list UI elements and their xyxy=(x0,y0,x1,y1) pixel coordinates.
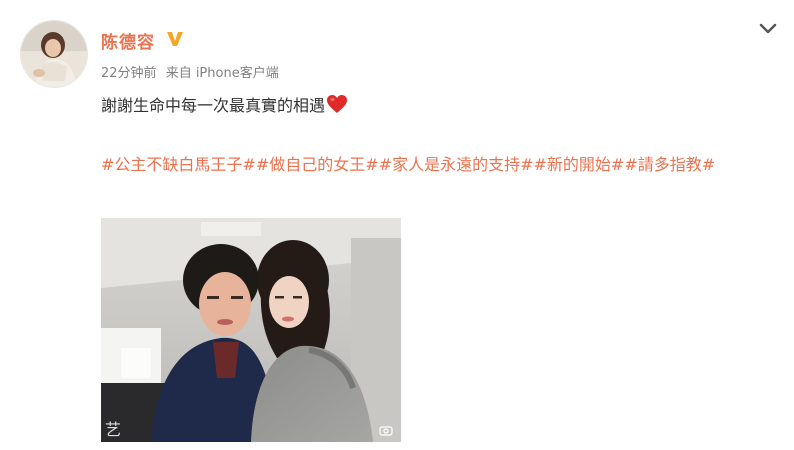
image-watermark: 艺 xyxy=(105,420,122,439)
post-text-body: 謝謝生命中每一次最真實的相遇 xyxy=(101,96,326,115)
post-image[interactable]: 艺 xyxy=(101,218,401,442)
chevron-down-icon[interactable] xyxy=(757,20,779,38)
post-photo xyxy=(101,218,401,442)
username[interactable]: 陈德容 xyxy=(101,28,155,53)
hashtag-link[interactable]: #家人是永遠的支持# xyxy=(379,155,534,174)
hashtag-link[interactable]: #做自己的女王# xyxy=(256,155,379,174)
camera-icon xyxy=(379,426,393,436)
heart-icon xyxy=(327,95,348,113)
post-time[interactable]: 22分钟前 xyxy=(101,66,157,81)
hashtag-link[interactable]: #新的開始# xyxy=(533,155,624,174)
post-meta: 22分钟前 来自 iPhone客户端 xyxy=(101,62,284,81)
hashtag-list: #公主不缺白馬王子##做自己的女王##家人是永遠的支持##新的開始##請多指教# xyxy=(101,150,781,180)
post-text: 謝謝生命中每一次最真實的相遇 xyxy=(101,92,781,120)
hashtag-link[interactable]: #請多指教# xyxy=(624,155,715,174)
avatar[interactable] xyxy=(20,20,88,88)
avatar-image xyxy=(21,21,87,87)
post-source[interactable]: 来自 iPhone客户端 xyxy=(166,66,279,81)
weibo-post-card: 陈德容 22分钟前 来自 iPhone客户端 謝謝生命中每一次最真實的相遇 #公… xyxy=(0,0,794,450)
verified-v-icon xyxy=(167,32,183,46)
hashtag-link[interactable]: #公主不缺白馬王子# xyxy=(101,155,256,174)
